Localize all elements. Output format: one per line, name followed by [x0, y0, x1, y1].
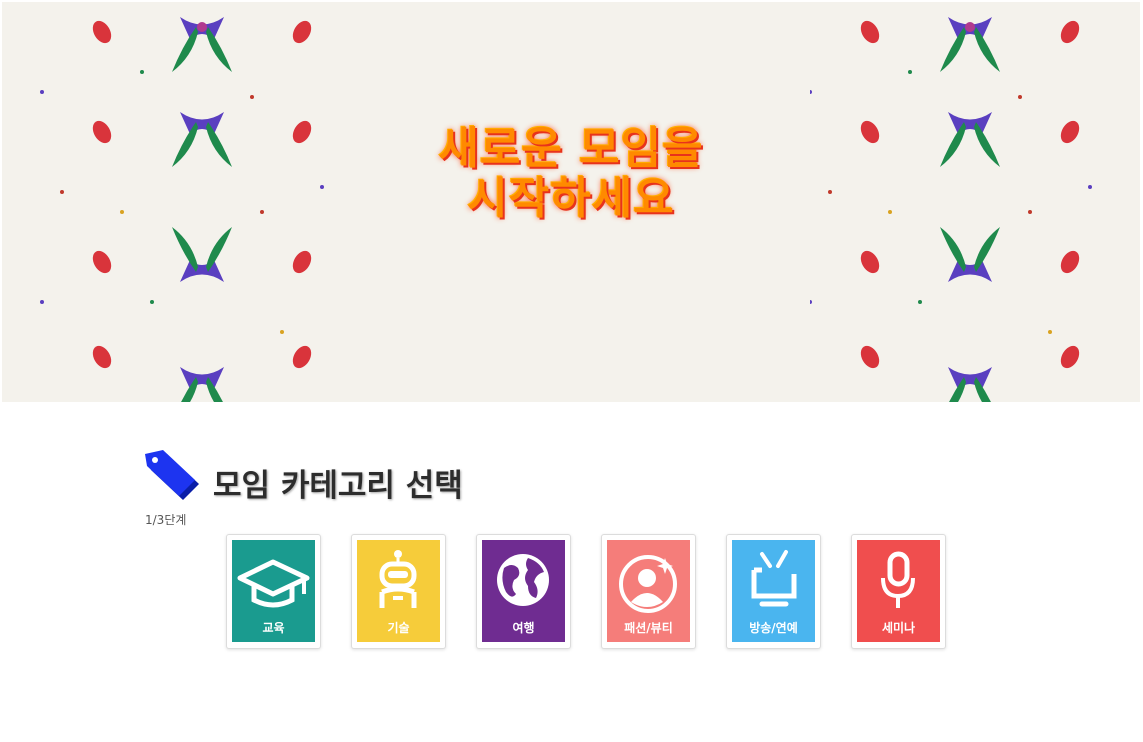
category-tile: 패션/뷰티: [607, 540, 690, 642]
tv-icon: [751, 550, 797, 607]
category-card-fashion-beauty[interactable]: 패션/뷰티: [601, 534, 696, 649]
graduation-cap-icon: [237, 559, 310, 608]
hero-title-line2: 시작하세요: [467, 173, 675, 224]
category-card-seminar[interactable]: 세미나: [851, 534, 946, 649]
hero-title: 새로운 모임을 시작하세요: [2, 124, 1140, 224]
hero-title-line1: 새로운 모임을: [438, 123, 704, 174]
category-label: 패션/뷰티: [624, 621, 673, 635]
category-tile: 교육: [232, 540, 315, 642]
step-indicator: 1/3단계: [145, 513, 187, 527]
category-card-tech[interactable]: 기술: [351, 534, 446, 649]
category-label: 세미나: [881, 621, 916, 635]
category-label: 교육: [262, 621, 285, 635]
category-tile: 세미나: [857, 540, 940, 642]
tag-icon: [145, 450, 199, 500]
microphone-icon: [881, 551, 915, 608]
hero-banner: 새로운 모임을 시작하세요: [2, 2, 1140, 402]
category-tile: 방송/연예: [732, 540, 815, 642]
robot-icon: [379, 550, 417, 608]
category-card-broadcast[interactable]: 방송/연예: [726, 534, 821, 649]
category-tile: 여행: [482, 540, 565, 642]
category-label: 방송/연예: [749, 621, 798, 635]
section-title: 모임 카테고리 선택: [213, 468, 463, 504]
person-sparkle-icon: [619, 555, 677, 613]
category-label: 여행: [512, 621, 535, 635]
globe-icon: [497, 554, 549, 606]
category-card-education[interactable]: 교육: [226, 534, 321, 649]
category-card-travel[interactable]: 여행: [476, 534, 571, 649]
category-tile: 기술: [357, 540, 440, 642]
category-list: 교육 기술 여행 패션/뷰티 방송/연예 세미나: [226, 534, 966, 654]
category-label: 기술: [387, 621, 410, 635]
